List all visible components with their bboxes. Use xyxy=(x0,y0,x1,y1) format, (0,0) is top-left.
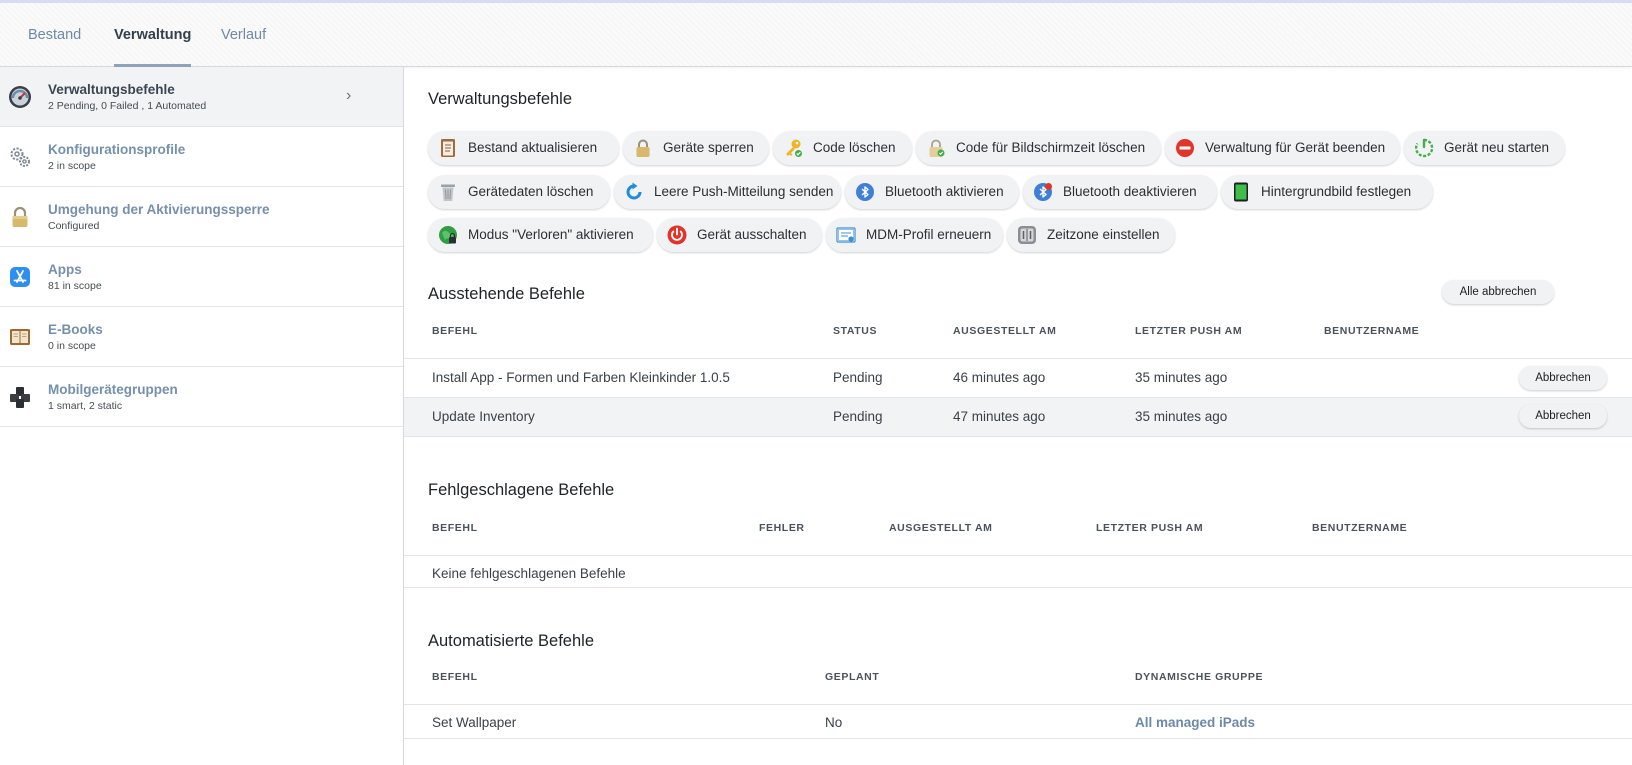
scheduled-cell: No xyxy=(825,715,843,730)
section-title-automated: Automatisierte Befehle xyxy=(428,632,595,650)
lock-icon xyxy=(633,138,653,158)
app-store-icon xyxy=(8,265,32,289)
section-title-commands: Verwaltungsbefehle xyxy=(428,90,573,108)
issued-cell: 46 minutes ago xyxy=(953,370,1046,385)
power-icon xyxy=(667,225,687,245)
lock-device-button[interactable]: Geräte sperren xyxy=(623,131,769,165)
sidebar-item-mobilgeraetegruppen[interactable]: Mobilgerätegruppen 1 smart, 2 static xyxy=(0,367,403,427)
sidebar-item-konfigurationsprofile[interactable]: Konfigurationsprofile 2 in scope xyxy=(0,127,403,187)
trash-icon xyxy=(438,182,458,202)
clear-passcode-button[interactable]: Code löschen xyxy=(773,131,912,165)
column-header: BEFEHL xyxy=(432,522,478,534)
stop-management-button[interactable]: Verwaltung für Gerät beenden xyxy=(1165,131,1400,165)
column-header: BEFEHL xyxy=(432,671,478,683)
ipad-icon xyxy=(1231,182,1251,202)
sidebar-item-title: Verwaltungsbefehle xyxy=(48,82,175,97)
timezone-icon xyxy=(1017,225,1037,245)
sidebar-item-title: Umgehung der Aktivierungssperre xyxy=(48,202,270,217)
bluetooth-off-icon xyxy=(1033,182,1053,202)
sidebar: Verwaltungsbefehle 2 Pending, 0 Failed ,… xyxy=(0,67,404,765)
restart-icon xyxy=(1414,138,1434,158)
dynamic-group-link[interactable]: All managed iPads xyxy=(1135,715,1255,730)
sidebar-item-verwaltungsbefehle[interactable]: Verwaltungsbefehle 2 Pending, 0 Failed ,… xyxy=(0,67,403,127)
disable-bluetooth-button[interactable]: Bluetooth deaktivieren xyxy=(1023,175,1217,209)
shut-down-device-button[interactable]: Gerät ausschalten xyxy=(657,218,822,252)
column-header: AUSGESTELLT AM xyxy=(889,522,993,534)
sidebar-item-ebooks[interactable]: E-Books 0 in scope xyxy=(0,307,403,367)
divider xyxy=(404,358,1632,359)
sidebar-item-title: E-Books xyxy=(48,322,103,337)
sidebar-item-subtitle: 1 smart, 2 static xyxy=(48,400,123,412)
refresh-icon xyxy=(624,182,644,202)
screen-time-lock-icon xyxy=(926,138,946,158)
key-icon xyxy=(783,138,803,158)
sidebar-item-subtitle: 2 in scope xyxy=(48,160,96,172)
column-header: LETZTER PUSH AM xyxy=(1135,325,1243,337)
main-content: Verwaltungsbefehle Bestand aktualisieren… xyxy=(404,67,1632,765)
command-cell: Update Inventory xyxy=(432,409,535,424)
sidebar-item-subtitle: 0 in scope xyxy=(48,340,96,352)
status-cell: Pending xyxy=(833,370,883,385)
command-cell: Set Wallpaper xyxy=(432,715,517,730)
sidebar-item-aktivierungssperre[interactable]: Umgehung der Aktivierungssperre Configur… xyxy=(0,187,403,247)
sidebar-item-subtitle: Configured xyxy=(48,220,100,232)
erase-device-button[interactable]: Gerätedaten löschen xyxy=(428,175,610,209)
set-wallpaper-button[interactable]: Hintergrundbild festlegen xyxy=(1221,175,1433,209)
bluetooth-icon xyxy=(855,182,875,202)
divider xyxy=(404,587,1632,588)
tab-bestand[interactable]: Bestand xyxy=(28,3,81,67)
empty-state-text: Keine fehlgeschlagenen Befehle xyxy=(432,566,626,581)
gauge-icon xyxy=(8,85,32,109)
divider xyxy=(404,555,1632,556)
stop-icon xyxy=(1175,138,1195,158)
device-group-icon xyxy=(8,385,32,409)
divider xyxy=(404,704,1632,705)
status-cell: Pending xyxy=(833,409,883,424)
cancel-command-button[interactable]: Abbrechen xyxy=(1519,366,1607,390)
sidebar-item-apps[interactable]: Apps 81 in scope xyxy=(0,247,403,307)
divider xyxy=(404,436,1632,437)
column-header: STATUS xyxy=(833,325,878,337)
clipboard-icon xyxy=(438,138,458,158)
last-push-cell: 35 minutes ago xyxy=(1135,409,1228,424)
sidebar-item-subtitle: 2 Pending, 0 Failed , 1 Automated xyxy=(48,100,207,112)
command-cell: Install App - Formen und Farben Kleinkin… xyxy=(432,370,730,385)
lost-mode-icon xyxy=(438,225,458,245)
column-header: LETZTER PUSH AM xyxy=(1096,522,1204,534)
column-header: BENUTZERNAME xyxy=(1324,325,1420,337)
chevron-right-icon: › xyxy=(346,87,352,104)
column-header: GEPLANT xyxy=(825,671,880,683)
tab-verwaltung[interactable]: Verwaltung xyxy=(114,3,192,67)
enable-lost-mode-button[interactable]: Modus "Verloren" aktivieren xyxy=(428,218,653,252)
last-push-cell: 35 minutes ago xyxy=(1135,370,1228,385)
sidebar-item-subtitle: 81 in scope xyxy=(48,280,102,292)
enable-bluetooth-button[interactable]: Bluetooth aktivieren xyxy=(845,175,1019,209)
restart-device-button[interactable]: Gerät neu starten xyxy=(1404,131,1565,165)
certificate-icon xyxy=(836,225,856,245)
sidebar-item-title: Apps xyxy=(48,262,82,277)
set-timezone-button[interactable]: Zeitzone einstellen xyxy=(1007,218,1175,252)
column-header: AUSGESTELLT AM xyxy=(953,325,1057,337)
clear-screen-time-passcode-button[interactable]: Code für Bildschirmzeit löschen xyxy=(916,131,1161,165)
column-header: BEFEHL xyxy=(432,325,478,337)
cancel-command-button[interactable]: Abbrechen xyxy=(1519,404,1607,428)
sidebar-item-title: Mobilgerätegruppen xyxy=(48,382,178,397)
divider xyxy=(404,738,1632,739)
column-header: FEHLER xyxy=(759,522,805,534)
section-title-pending: Ausstehende Befehle xyxy=(428,285,585,303)
cancel-all-button[interactable]: Alle abbrechen xyxy=(1442,280,1554,304)
column-header: DYNAMISCHE GRUPPE xyxy=(1135,671,1264,683)
padlock-icon xyxy=(8,205,32,229)
gears-icon xyxy=(8,145,32,169)
section-title-failed: Fehlgeschlagene Befehle xyxy=(428,481,615,499)
renew-mdm-profile-button[interactable]: MDM-Profil erneuern xyxy=(826,218,1003,252)
column-header: BENUTZERNAME xyxy=(1312,522,1408,534)
top-tab-bar: Bestand Verwaltung Verlauf xyxy=(0,0,1632,67)
issued-cell: 47 minutes ago xyxy=(953,409,1046,424)
update-inventory-button[interactable]: Bestand aktualisieren xyxy=(428,131,619,165)
book-icon xyxy=(8,325,32,349)
send-blank-push-button[interactable]: Leere Push-Mitteilung senden xyxy=(614,175,841,209)
tab-verlauf[interactable]: Verlauf xyxy=(221,3,266,67)
sidebar-item-title: Konfigurationsprofile xyxy=(48,142,186,157)
